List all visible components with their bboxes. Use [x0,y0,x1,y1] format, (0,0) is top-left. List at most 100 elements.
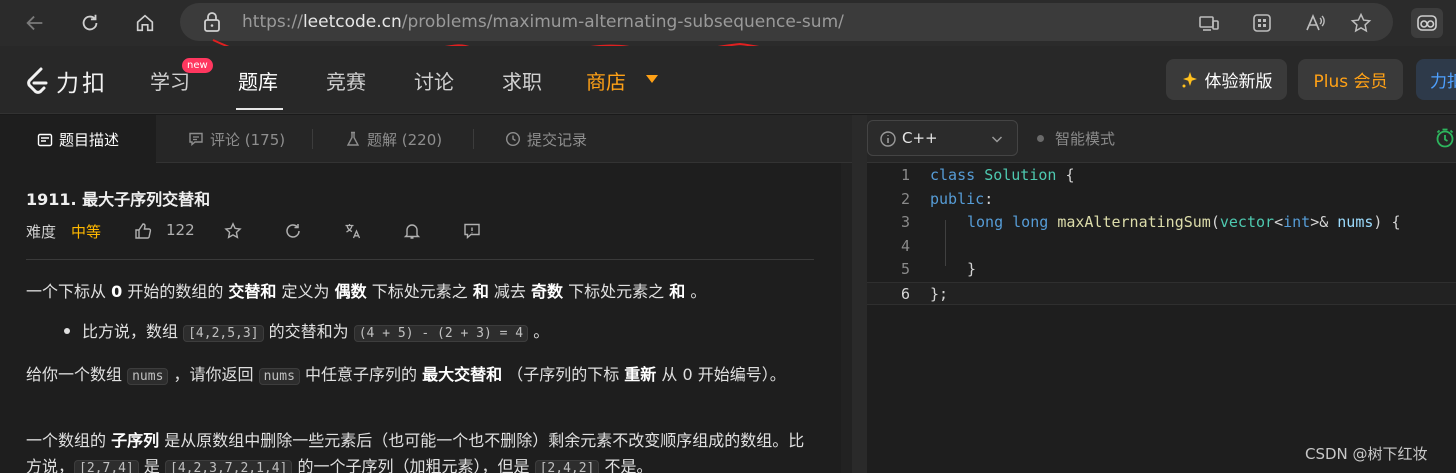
smart-mode-toggle[interactable]: 智能模式 [1055,128,1115,149]
token-punct: ( [1210,213,1220,231]
extensions-grid-icon[interactable] [1251,12,1273,34]
difficulty-label: 难度 [26,223,57,241]
code-text: class Solution { [930,166,1075,184]
code-line[interactable]: 5 } [867,258,1456,282]
desc-text: 减去 [488,282,532,301]
desc-bold: 子序列 [111,431,160,450]
reset-icon[interactable] [284,222,302,240]
desc-text: 中任意子序列的 [299,365,423,384]
description-scrollbar[interactable] [841,163,852,473]
leetcode-app-button[interactable]: 力扣 [1416,59,1456,100]
tab-comments-label: 评论 (175) [210,130,286,149]
leetcode-logo-icon [27,67,48,94]
code-editor-panel: C++ 智能模式 1 class Solution { 2 public: 3 … [867,115,1456,473]
desc-bold: 交替和 [228,282,277,301]
line-number: 1 [900,166,910,184]
browser-toolbar: https://leetcode.cn/problems/maximum-alt… [0,0,1456,46]
url-text[interactable]: https://leetcode.cn/problems/maximum-alt… [242,12,844,32]
bullet-dot [64,328,70,334]
code-line-current[interactable]: 6 }; [867,281,1456,305]
nav-contest[interactable]: 竞赛 [326,66,366,95]
desc-text: 的一个子序列（加粗元素），但是 [292,457,535,473]
token-keyword: class [930,166,976,184]
indent-guide [945,220,946,266]
extension-icon [1417,15,1437,31]
bell-icon[interactable] [403,222,421,240]
token-keyword: long long [967,213,1049,231]
code-line[interactable]: 3 long long maxAlternatingSum(vector<int… [867,211,1456,235]
csdn-watermark: CSDN @树下红妆 [1305,445,1428,463]
nav-store[interactable]: 商店 [586,66,626,95]
flask-icon [346,131,360,146]
description-paragraph-2: 给你一个数组 nums ，请你返回 nums 中任意子序列的 最大交替和 （子序… [26,362,816,390]
token-punct: : [984,189,994,208]
code-line[interactable]: 1 class Solution { [867,164,1456,188]
token-variable: nums [1337,213,1374,231]
home-button[interactable] [130,8,160,38]
store-caret-down-icon[interactable] [645,74,659,84]
language-select[interactable]: C++ [867,120,1018,156]
leetcode-logo[interactable]: 力扣 [24,64,108,98]
sparkle-icon [1182,71,1197,87]
desc-text: 比方说，数组 [82,322,184,341]
inline-code: nums [258,368,300,385]
inline-code: (4 + 5) - (2 + 3) = 4 [353,325,529,342]
read-aloud-icon[interactable] [1304,12,1326,34]
nav-problemset[interactable]: 题库 [238,66,278,95]
desc-text: 开始的数组的 [122,282,229,301]
line-number: 2 [900,189,910,208]
refresh-button[interactable] [75,8,105,38]
editor-toolbar: C++ 智能模式 [867,115,1456,163]
nav-discuss[interactable]: 讨论 [414,66,454,95]
desc-text: 下标处元素之 [563,282,670,301]
plus-membership-button[interactable]: Plus 会员 [1298,59,1403,100]
desc-bold: 奇数 [531,282,564,301]
code-line[interactable]: 4 [867,235,1456,259]
try-new-version-label: 体验新版 [1204,72,1273,92]
difficulty-value: 中等 [71,223,102,241]
code-area[interactable]: 1 class Solution { 2 public: 3 long long… [867,164,1456,473]
code-text: } [967,260,977,278]
star-icon[interactable] [224,222,242,240]
tab-description[interactable]: 题目描述 [0,115,156,164]
url-host: leetcode.cn [302,12,402,32]
token-keyword: int [1283,213,1311,231]
app-available-icon[interactable] [1198,12,1220,34]
try-new-version-button[interactable]: 体验新版 [1166,59,1287,100]
back-button[interactable] [20,8,50,38]
desc-text: 一个下标从 [26,282,112,301]
description-paragraph-1: 一个下标从 0 开始的数组的 交替和 定义为 偶数 下标处元素之 和 减去 奇数… [26,279,816,305]
tab-submissions[interactable]: 提交记录 [505,115,587,163]
language-name: C++ [902,129,938,147]
lock-icon[interactable] [202,11,222,33]
problem-panel: 题目描述 评论 (175) 题解 (220) 提交记录 1911. 最大子序列交… [0,115,852,473]
tab-comments[interactable]: 评论 (175) [188,115,285,163]
tab-solutions[interactable]: 题解 (220) [345,115,442,163]
address-bar[interactable]: https://leetcode.cn/problems/maximum-alt… [180,3,1393,41]
nav-jobs[interactable]: 求职 [502,66,542,95]
description-icon [37,133,53,146]
browser-extension-button[interactable] [1411,8,1443,38]
site-header: 力扣 学习 new 题库 竞赛 讨论 求职 商店 体验新版 Plus 会员 力扣 [0,46,1456,114]
timer-icon[interactable] [1434,127,1456,149]
plus-membership-label: Plus 会员 [1313,72,1388,92]
code-text: long long maxAlternatingSum(vector<int>&… [967,213,1401,231]
desc-bold: 重新 [624,365,657,384]
inline-code: [2,7,4] [74,460,139,473]
thumbs-up-icon[interactable] [134,222,152,240]
desc-text: （子序列的下标 [502,365,625,384]
line-number: 4 [900,236,910,255]
inline-code: [4,2,3,7,2,1,4] [165,460,293,473]
translate-icon[interactable] [344,222,362,240]
code-text: public: [930,190,993,208]
desc-text: ，请你返回 [168,365,259,384]
panel-resize-handle[interactable] [852,115,867,473]
code-line[interactable]: 2 public: [867,188,1456,212]
description-bullet: 比方说，数组 [4,2,5,3] 的交替和为 (4 + 5) - (2 + 3)… [26,319,816,347]
refresh-icon [82,14,98,31]
feedback-icon[interactable] [463,222,481,240]
new-badge: new [182,58,213,73]
favorite-star-icon[interactable] [1350,12,1372,34]
desc-text: 给你一个数组 [26,365,128,384]
token-keyword: public [930,189,985,208]
